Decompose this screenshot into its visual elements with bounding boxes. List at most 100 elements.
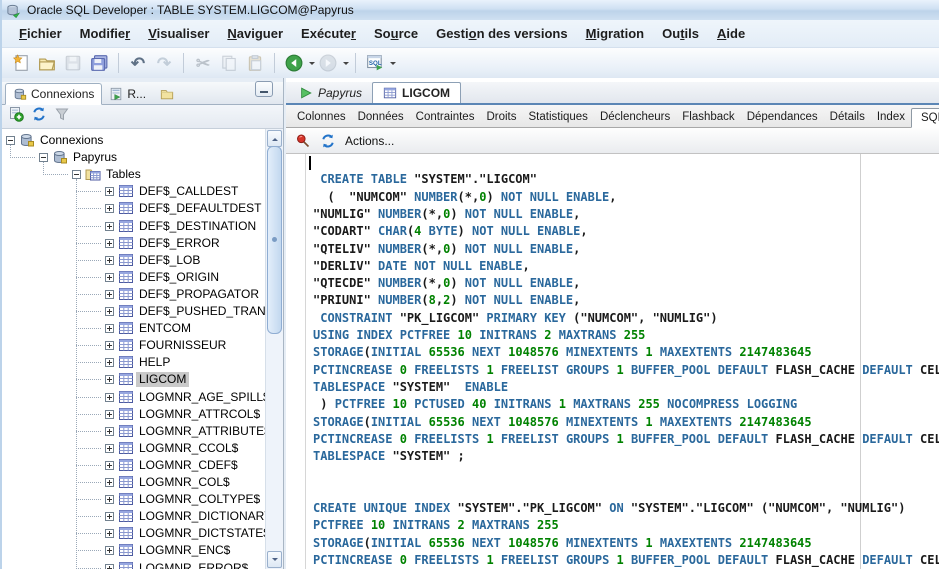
tree-item-def-defaultdest[interactable]: DEF$_DEFAULTDEST: [2, 200, 265, 217]
tree-item-def-origin[interactable]: DEF$_ORIGIN: [2, 269, 265, 286]
tree-expander-plus-icon[interactable]: [105, 222, 114, 231]
menu-visualiser[interactable]: Visualiser: [139, 22, 218, 45]
dropdown-caret-icon[interactable]: [390, 62, 396, 68]
menu-source[interactable]: Source: [365, 22, 427, 45]
subtab-flashback[interactable]: Flashback: [676, 108, 740, 127]
subtab-contraintes[interactable]: Contraintes: [410, 108, 481, 127]
tree-expander-plus-icon[interactable]: [105, 239, 114, 248]
open-folder-button[interactable]: [35, 51, 59, 75]
tree-expander-plus-icon[interactable]: [105, 307, 114, 316]
tree-item-logmnr-attrcol-[interactable]: LOGMNR_ATTRCOL$: [2, 406, 265, 423]
undo-button[interactable]: ↶: [126, 51, 150, 75]
actions-button[interactable]: Actions...: [345, 134, 394, 148]
editor-tab-papyrus[interactable]: Papyrus: [289, 83, 372, 103]
tree-expander-plus-icon[interactable]: [105, 324, 114, 333]
tree-item-help[interactable]: HELP: [2, 354, 265, 371]
tree-expander-minus-icon[interactable]: [39, 153, 48, 162]
editor-tab-ligcom[interactable]: LIGCOM: [372, 82, 461, 103]
tree-expander-plus-icon[interactable]: [105, 410, 114, 419]
tree-expander-plus-icon[interactable]: [105, 375, 114, 384]
subtab-sql[interactable]: SQL: [911, 108, 939, 128]
tree-item-logmnr-col-[interactable]: LOGMNR_COL$: [2, 474, 265, 491]
subtab-droits[interactable]: Droits: [480, 108, 522, 127]
refresh-button[interactable]: [31, 106, 47, 127]
tree-item-def-error[interactable]: DEF$_ERROR: [2, 235, 265, 252]
new-file-button[interactable]: [9, 51, 33, 75]
panel-tab-r[interactable]: R...: [102, 84, 153, 104]
tree-item-logmnr-dictstate-[interactable]: LOGMNR_DICTSTATE$: [2, 525, 265, 542]
menu-aide[interactable]: Aide: [708, 22, 754, 45]
menu-fichier[interactable]: Fichier: [10, 22, 71, 45]
menu-outils[interactable]: Outils: [653, 22, 708, 45]
pin-icon[interactable]: [295, 133, 311, 149]
tree-item-logmnr-cdef-[interactable]: LOGMNR_CDEF$: [2, 457, 265, 474]
subtab-d-tails[interactable]: Détails: [824, 108, 871, 127]
tree-expander-plus-icon[interactable]: [105, 529, 114, 538]
tree-expander-plus-icon[interactable]: [105, 478, 114, 487]
sql-editor[interactable]: CREATE TABLE "SYSTEM"."LIGCOM" ( "NUMCOM…: [286, 154, 939, 569]
tree-expander-plus-icon[interactable]: [105, 564, 114, 569]
tree-item-def-propagator[interactable]: DEF$_PROPAGATOR: [2, 286, 265, 303]
menu-gestion-des-versions[interactable]: Gestion des versions: [427, 22, 577, 45]
tree-expander-plus-icon[interactable]: [105, 393, 114, 402]
tree-expander-plus-icon[interactable]: [105, 341, 114, 350]
tree-expander-plus-icon[interactable]: [105, 273, 114, 282]
menu-naviguer[interactable]: Naviguer: [218, 22, 292, 45]
tree-expander-plus-icon[interactable]: [105, 204, 114, 213]
tree-scrollbar[interactable]: [265, 129, 283, 569]
add-connection-button[interactable]: [8, 106, 24, 127]
tree-expander-plus-icon[interactable]: [105, 290, 114, 299]
tree-expander-plus-icon[interactable]: [105, 187, 114, 196]
tree-item-logmnr-coltype-[interactable]: LOGMNR_COLTYPE$: [2, 491, 265, 508]
tree-item-ligcom[interactable]: LIGCOM: [2, 371, 265, 388]
menu-ex-cuter[interactable]: Exécuter: [292, 22, 365, 45]
tree-item-logmnr-ccol-[interactable]: LOGMNR_CCOL$: [2, 440, 265, 457]
subtab-d-clencheurs[interactable]: Déclencheurs: [594, 108, 676, 127]
menu-migration[interactable]: Migration: [577, 22, 654, 45]
back-button[interactable]: [282, 51, 306, 75]
tree-expander-plus-icon[interactable]: [105, 512, 114, 521]
sql-worksheet-button[interactable]: SQL: [363, 51, 387, 75]
menu-modifier[interactable]: Modifier: [71, 22, 140, 45]
subtab-d-pendances[interactable]: Dépendances: [741, 108, 824, 127]
save-all-button[interactable]: [87, 51, 111, 75]
tree-item-papyrus[interactable]: Papyrus: [2, 149, 265, 166]
tree-expander-plus-icon[interactable]: [105, 358, 114, 367]
connections-tree[interactable]: ConnexionsPapyrusTablesDEF$_CALLDESTDEF$…: [2, 129, 283, 569]
subtab-donn-es[interactable]: Données: [352, 108, 410, 127]
tree-expander-plus-icon[interactable]: [105, 444, 114, 453]
refresh-icon[interactable]: [320, 133, 336, 149]
scrollbar-thumb[interactable]: [267, 146, 282, 334]
tree-expander-plus-icon[interactable]: [105, 461, 114, 470]
tree-item-def-destination[interactable]: DEF$_DESTINATION: [2, 218, 265, 235]
tree-expander-plus-icon[interactable]: [105, 546, 114, 555]
subtab-colonnes[interactable]: Colonnes: [291, 108, 352, 127]
tree-item-def-calldest[interactable]: DEF$_CALLDEST: [2, 183, 265, 200]
tree-item-connexions[interactable]: Connexions: [2, 132, 265, 149]
panel-tab-connexions[interactable]: Connexions: [5, 83, 102, 105]
tree-item-logmnr-dictionary-[interactable]: LOGMNR_DICTIONARY$: [2, 508, 265, 525]
tree-item-def-pushed-transactions[interactable]: DEF$_PUSHED_TRANSACTIONS: [2, 303, 265, 320]
dropdown-caret-icon[interactable]: [309, 62, 315, 68]
minimize-panel-button[interactable]: [255, 81, 273, 97]
tree-item-logmnr-enc-[interactable]: LOGMNR_ENC$: [2, 542, 265, 559]
tree-item-def-lob[interactable]: DEF$_LOB: [2, 252, 265, 269]
tree-item-logmnr-age-spill-[interactable]: LOGMNR_AGE_SPILL$: [2, 389, 265, 406]
filter-button[interactable]: [54, 106, 70, 127]
tree-item-fournisseur[interactable]: FOURNISSEUR: [2, 337, 265, 354]
tree-expander-minus-icon[interactable]: [6, 136, 15, 145]
dropdown-caret-icon[interactable]: [343, 62, 349, 68]
panel-tab-files[interactable]: [153, 84, 181, 104]
tree-expander-plus-icon[interactable]: [105, 495, 114, 504]
tree-expander-minus-icon[interactable]: [72, 170, 81, 179]
tree-expander-plus-icon[interactable]: [105, 256, 114, 265]
subtab-statistiques[interactable]: Statistiques: [522, 108, 593, 127]
tree-expander-plus-icon[interactable]: [105, 427, 114, 436]
subtab-index[interactable]: Index: [871, 108, 911, 127]
scroll-down-button[interactable]: [267, 551, 282, 568]
tree-item-entcom[interactable]: ENTCOM: [2, 320, 265, 337]
tree-item-logmnr-attribute-[interactable]: LOGMNR_ATTRIBUTE$: [2, 423, 265, 440]
scroll-up-button[interactable]: [267, 130, 282, 147]
tree-item-logmnr-error-[interactable]: LOGMNR_ERROR$: [2, 560, 265, 569]
tree-item-tables[interactable]: Tables: [2, 166, 265, 183]
